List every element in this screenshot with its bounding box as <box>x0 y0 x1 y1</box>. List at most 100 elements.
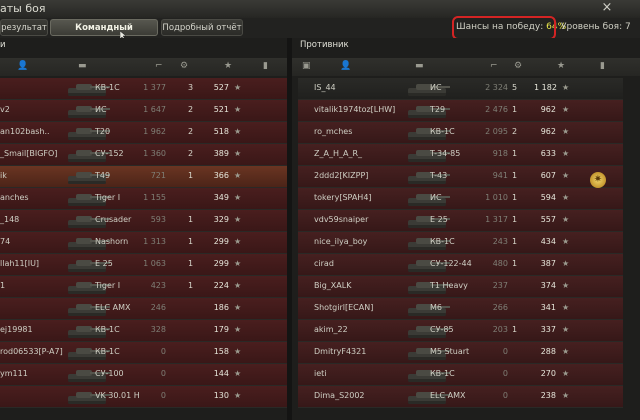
tab-personal-result[interactable]: результат <box>0 19 48 36</box>
player-name: v2 <box>0 105 10 114</box>
player-name: vitalik1974toz[LHW] <box>314 105 396 114</box>
tank-icon[interactable]: ▬ <box>78 61 87 71</box>
close-button[interactable]: × <box>600 0 614 16</box>
table-row[interactable]: КВ-1С 1 377 3 527 ★ <box>0 78 287 100</box>
star-icon: ★ <box>234 237 242 246</box>
vehicle-icon[interactable]: ▣ <box>302 61 311 71</box>
kills-value: 3 <box>188 83 194 92</box>
player-name: Shotgirl[ECAN] <box>314 303 374 312</box>
player-name: 74 <box>0 237 11 246</box>
tab-detailed-report[interactable]: Подробный отчёт <box>161 19 243 36</box>
star-icon: ★ <box>562 83 570 92</box>
tank-name: КВ-1С <box>430 369 455 378</box>
tab-team-result[interactable]: Командный результат <box>50 19 158 50</box>
tank-name: E 25 <box>95 259 113 268</box>
table-row[interactable]: 2ddd2[KIZPP] T-43 941 1 607 ★ <box>298 166 623 188</box>
table-row[interactable]: tokery[SPAH4] ИС 1 010 1 594 ★ <box>298 188 623 210</box>
points-value: 186 <box>213 303 229 312</box>
table-row[interactable]: ro_mches КВ-1С 2 095 2 962 ★ <box>298 122 623 144</box>
window-title: аты боя <box>0 2 46 15</box>
table-row[interactable]: v2 ИС 1 647 2 521 ★ <box>0 100 287 122</box>
kill-icon[interactable]: ⚙ <box>180 61 188 71</box>
star-icon: ★ <box>234 325 242 334</box>
kills-value: 2 <box>188 149 194 158</box>
damage-value: 0 <box>160 369 166 378</box>
table-row[interactable]: an102bash.. T20 1 962 2 518 ★ <box>0 122 287 144</box>
points-value: 337 <box>540 325 556 334</box>
kill-icon[interactable]: ⚙ <box>514 61 522 71</box>
table-row[interactable]: Z_A_H_A_R_ T-34-85 918 1 633 ★ <box>298 144 623 166</box>
points-value: 329 <box>213 215 229 224</box>
points-value: 962 <box>540 127 556 136</box>
table-row[interactable]: cirad СУ-122-44 480 1 387 ★ <box>298 254 623 276</box>
points-value: 158 <box>213 347 229 356</box>
table-row[interactable]: nice_ilya_boy КВ-1С 243 1 434 ★ <box>298 232 623 254</box>
tank-name: T1 Heavy <box>430 281 468 290</box>
points-value: 349 <box>213 193 229 202</box>
points-value: 607 <box>540 171 556 180</box>
table-row[interactable]: DmitryF4321 M5 Stuart 0 288 ★ <box>298 342 623 364</box>
table-row[interactable]: ieti КВ-1С 0 270 ★ <box>298 364 623 386</box>
table-row[interactable]: akim_22 СУ-85 203 1 337 ★ <box>298 320 623 342</box>
tank-name: КВ-1С <box>95 347 120 356</box>
player-name: _148 <box>0 215 20 224</box>
points-value: 374 <box>540 281 556 290</box>
table-row[interactable]: vdv59snaiper E 25 1 317 1 557 ★ <box>298 210 623 232</box>
table-row[interactable]: Dima_S2002 ELC AMX 0 238 ★ <box>298 386 623 408</box>
tank-name: Tiger I <box>95 281 121 290</box>
table-row[interactable]: anches Tiger I 1 155 349 ★ <box>0 188 287 210</box>
enemy-team-title: Противник <box>300 40 349 50</box>
damage-value: 1 377 <box>143 83 166 92</box>
table-row[interactable]: 74 Nashorn 1 313 1 299 ★ <box>0 232 287 254</box>
table-row[interactable]: IS_44 ИС 2 324 5 1 182 ★ <box>298 78 623 100</box>
damage-icon[interactable]: ⌐ <box>155 61 163 71</box>
star-icon: ★ <box>234 391 242 400</box>
table-row[interactable]: _148 Crusader 593 1 329 ★ <box>0 210 287 232</box>
table-row[interactable]: rod06533[P-A7] КВ-1С 0 158 ★ <box>0 342 287 364</box>
tank-icon[interactable]: ▬ <box>415 61 424 71</box>
damage-value: 0 <box>160 347 166 356</box>
damage-value: 237 <box>492 281 508 290</box>
table-row[interactable]: _Smail[BIGFO] СУ-152 1 360 2 389 ★ <box>0 144 287 166</box>
star-icon[interactable]: ★ <box>557 61 565 71</box>
points-value: 962 <box>540 105 556 114</box>
player-name: Big_XALK <box>314 281 352 290</box>
star-icon[interactable]: ★ <box>224 61 232 71</box>
kills-value: 1 <box>512 149 518 158</box>
kills-value: 1 <box>188 215 194 224</box>
status-icon[interactable]: ▮ <box>263 61 268 71</box>
tank-name: Tiger I <box>95 193 121 202</box>
kills-value: 5 <box>512 83 518 92</box>
star-icon: ★ <box>562 193 570 202</box>
table-row[interactable]: ym111 СУ-100 0 144 ★ <box>0 364 287 386</box>
kills-value: 2 <box>188 105 194 114</box>
table-row[interactable]: vitalik1974toz[LHW] T29 2 476 1 962 ★ <box>298 100 623 122</box>
table-row[interactable]: VK 30.01 H 0 130 ★ <box>0 386 287 408</box>
star-icon: ★ <box>234 281 242 290</box>
status-icon[interactable]: ▮ <box>600 61 605 71</box>
person-icon[interactable]: 👤 <box>340 61 351 71</box>
table-row[interactable]: Shotgirl[ECAN] M6 266 341 ★ <box>298 298 623 320</box>
table-row[interactable]: llah11[IU] E 25 1 063 1 299 ★ <box>0 254 287 276</box>
tank-name: СУ-100 <box>95 369 124 378</box>
table-row[interactable]: ej19981 КВ-1С 328 179 ★ <box>0 320 287 342</box>
star-icon: ★ <box>234 215 242 224</box>
player-name: an102bash.. <box>0 127 50 136</box>
tank-name: СУ-152 <box>95 149 124 158</box>
points-value: 1 182 <box>534 83 557 92</box>
points-value: 557 <box>540 215 556 224</box>
person-icon[interactable]: 👤 <box>17 61 28 71</box>
points-value: 366 <box>213 171 229 180</box>
star-icon: ★ <box>562 259 570 268</box>
points-value: 224 <box>213 281 229 290</box>
win-chance-highlight <box>452 16 556 40</box>
allied-team-title: и <box>0 40 6 50</box>
points-value: 288 <box>540 347 556 356</box>
points-value: 389 <box>213 149 229 158</box>
table-row[interactable]: Big_XALK T1 Heavy 237 374 ★ <box>298 276 623 298</box>
damage-icon[interactable]: ⌐ <box>490 61 498 71</box>
table-row[interactable]: ik T49 721 1 366 ★ <box>0 166 287 188</box>
table-row[interactable]: ELC AMX 246 186 ★ <box>0 298 287 320</box>
tank-name: СУ-122-44 <box>430 259 472 268</box>
table-row[interactable]: 1 Tiger I 423 1 224 ★ <box>0 276 287 298</box>
